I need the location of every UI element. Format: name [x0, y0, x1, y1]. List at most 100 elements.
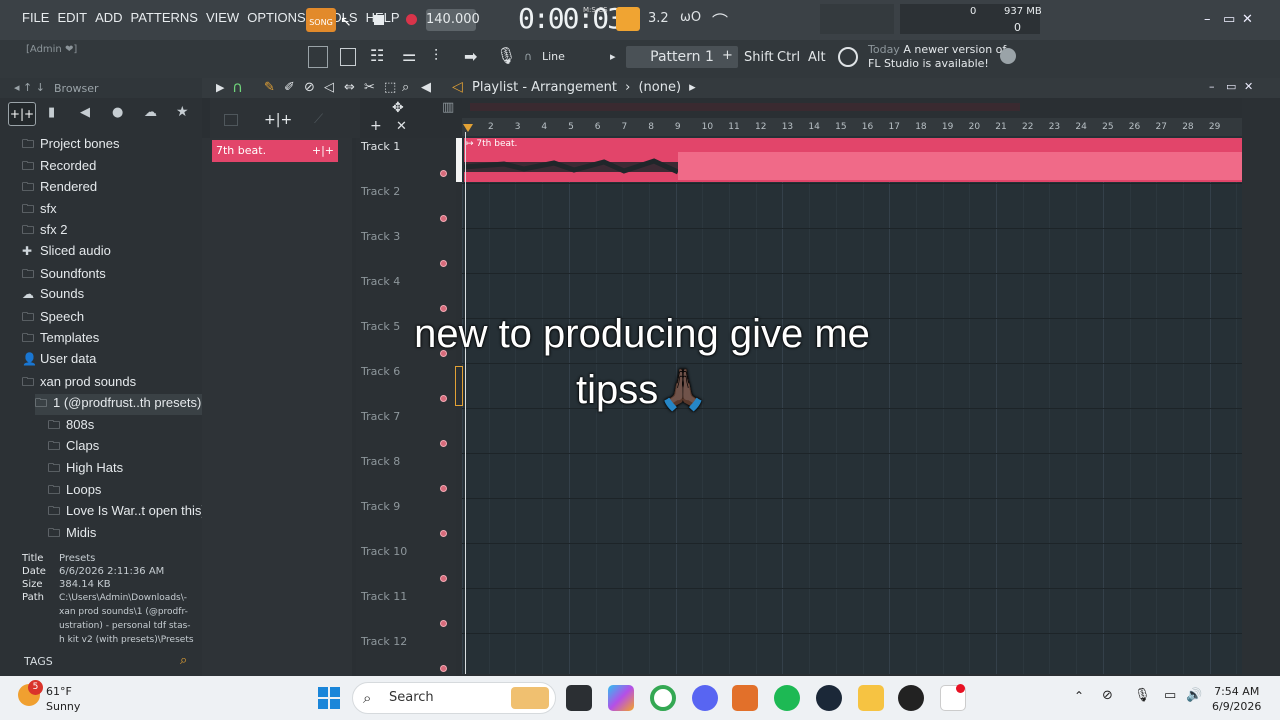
microphone-tray-icon[interactable]: 🎙	[1134, 688, 1151, 703]
chrome-icon[interactable]	[650, 685, 676, 711]
slice-tool-icon[interactable]: ✂	[364, 80, 375, 95]
windows-start-icon[interactable]	[318, 687, 340, 709]
wait-input-icon[interactable]: ωΟ	[680, 10, 701, 25]
chevron-up-icon[interactable]: ⌃	[1074, 689, 1084, 703]
track-enable-icon[interactable]	[440, 485, 447, 492]
menu-options[interactable]: OPTIONS	[247, 10, 306, 25]
zoom-horizontal-icon[interactable]: ✥	[392, 100, 404, 116]
headphones-icon[interactable]: ∩	[232, 78, 243, 96]
search-icon[interactable]: ⌕	[180, 653, 187, 668]
record-icon[interactable]	[406, 14, 417, 25]
menu-view[interactable]: VIEW	[206, 10, 239, 25]
steam-icon[interactable]	[816, 685, 842, 711]
alt-key[interactable]: Alt	[808, 50, 826, 65]
track-name[interactable]: Track 3	[361, 230, 400, 243]
arrow-icon[interactable]: ➡	[464, 47, 477, 66]
microphone-icon[interactable]: 🎙	[496, 46, 516, 65]
menu-patterns[interactable]: PATTERNS	[131, 10, 198, 25]
browser-arrows-icon[interactable]: ◂ ↑ ↓	[14, 81, 45, 94]
file-icon[interactable]: ▮	[48, 105, 55, 120]
playlist-pattern-select[interactable]: (none)	[638, 80, 681, 95]
remove-track-icon[interactable]: ✕	[396, 119, 407, 134]
shift-key[interactable]: Shift	[744, 50, 774, 65]
piano-keys-icon[interactable]: ▥	[442, 100, 454, 115]
browser-item[interactable]: 🗀 sfx	[22, 200, 57, 221]
browser-item[interactable]: 🗀 Project bones	[22, 135, 120, 156]
weather-widget[interactable]: 61°F Sunny	[46, 684, 80, 714]
snap-select[interactable]: Line	[542, 50, 565, 63]
browser-item[interactable]: ☁ Sounds	[22, 286, 84, 301]
menu-file[interactable]: FILE	[22, 10, 49, 25]
play-arrow-icon[interactable]: ▶	[216, 81, 224, 94]
playlist-scrollbar[interactable]	[470, 103, 1020, 111]
playlist-icon[interactable]	[308, 46, 328, 68]
tempo-display[interactable]: 140.000	[426, 9, 480, 31]
browser-item[interactable]: ✚ Sliced audio	[22, 243, 111, 258]
spotify-icon[interactable]	[774, 685, 800, 711]
task-view-icon[interactable]	[566, 685, 592, 711]
track-1-selector[interactable]	[456, 138, 462, 182]
news-panel[interactable]: Today A newer version of FL Studio is av…	[868, 43, 1006, 71]
track-enable-icon[interactable]	[440, 215, 447, 222]
pencil-icon[interactable]: ✎	[264, 80, 275, 95]
mixer-icon[interactable]: ⚌	[402, 46, 416, 65]
track-name[interactable]: Track 4	[361, 275, 400, 288]
browser-item[interactable]: 🗀 Loops	[48, 481, 101, 502]
volume-icon[interactable]: 🔊	[1186, 688, 1202, 703]
magnet-icon[interactable]: ∩	[524, 50, 532, 63]
taskbar-clock[interactable]: 7:54 AM 6/9/2026	[1212, 684, 1261, 714]
browser-item[interactable]: 🗀 808s	[48, 416, 94, 437]
pattern-prev-icon[interactable]: ▸	[610, 50, 616, 63]
track-name[interactable]: Track 9	[361, 500, 400, 513]
discord-icon[interactable]	[692, 685, 718, 711]
network-icon[interactable]: ⊘	[1102, 688, 1113, 703]
cloud-icon[interactable]: ☁	[144, 105, 157, 120]
track-enable-icon[interactable]	[440, 530, 447, 537]
menu-edit[interactable]: EDIT	[57, 10, 87, 25]
track-name[interactable]: Track 12	[361, 635, 407, 648]
track-name[interactable]: Track 11	[361, 590, 407, 603]
copilot-icon[interactable]	[608, 685, 634, 711]
plugin-picker-icon[interactable]: ⫶	[434, 46, 438, 66]
media-player-icon[interactable]	[898, 685, 924, 711]
step-edit-icon[interactable]: 3.2	[648, 11, 669, 26]
add-pattern-icon[interactable]: +	[722, 48, 733, 63]
mute-tool-icon[interactable]: ◁	[324, 80, 334, 95]
maximize-icon[interactable]: ▭	[1223, 12, 1235, 27]
pattern-item[interactable]: 7th beat. +|+	[212, 140, 338, 162]
ctrl-key[interactable]: Ctrl	[777, 50, 800, 65]
track-enable-icon[interactable]	[440, 665, 447, 672]
stop-icon[interactable]	[374, 15, 384, 25]
track-name[interactable]: Track 1	[361, 140, 400, 153]
track-enable-icon[interactable]	[440, 170, 447, 177]
automation-icon[interactable]: ⟋	[314, 112, 323, 127]
loop-record-icon[interactable]: ⌒	[712, 8, 728, 32]
slip-tool-icon[interactable]: ⇔	[344, 80, 355, 95]
browser-item[interactable]: 🗀 Midis	[48, 524, 96, 545]
playlist-maximize-icon[interactable]: ▭	[1226, 80, 1236, 93]
waveform-icon[interactable]: +|+	[264, 112, 292, 128]
track-name[interactable]: Track 2	[361, 185, 400, 198]
song-mode-button[interactable]: SONG	[306, 8, 336, 32]
vertical-scrollbar[interactable]	[1242, 98, 1280, 676]
chevron-right-icon[interactable]: ▸	[689, 80, 696, 95]
paint-icon[interactable]: ✐	[284, 80, 295, 95]
speaker-icon[interactable]: ◀	[80, 105, 90, 120]
browser-item[interactable]: 🗀 Rendered	[22, 178, 97, 199]
taskbar-search[interactable]: ⌕ Search	[352, 682, 556, 714]
all-files-icon[interactable]: +|+	[8, 102, 36, 126]
track-enable-icon[interactable]	[440, 620, 447, 627]
favorites-icon[interactable]: ★	[176, 104, 189, 120]
pattern-view-icon[interactable]	[224, 114, 238, 126]
playlist-close-icon[interactable]: ✕	[1244, 80, 1253, 93]
track-enable-icon[interactable]	[440, 575, 447, 582]
browser-item[interactable]: 🗀 Love Is War..t open this)	[48, 502, 206, 523]
file-explorer-icon[interactable]	[858, 685, 884, 711]
playlist-menu-icon[interactable]: ◁	[452, 79, 463, 95]
minimize-icon[interactable]: –	[1204, 12, 1211, 27]
browser-item[interactable]: 🗀 xan prod sounds	[22, 373, 136, 394]
browser-item[interactable]: 🗀 Speech	[22, 308, 84, 329]
delete-tool-icon[interactable]: ⊘	[304, 80, 315, 95]
track-name[interactable]: Track 10	[361, 545, 407, 558]
track-name[interactable]: Track 8	[361, 455, 400, 468]
